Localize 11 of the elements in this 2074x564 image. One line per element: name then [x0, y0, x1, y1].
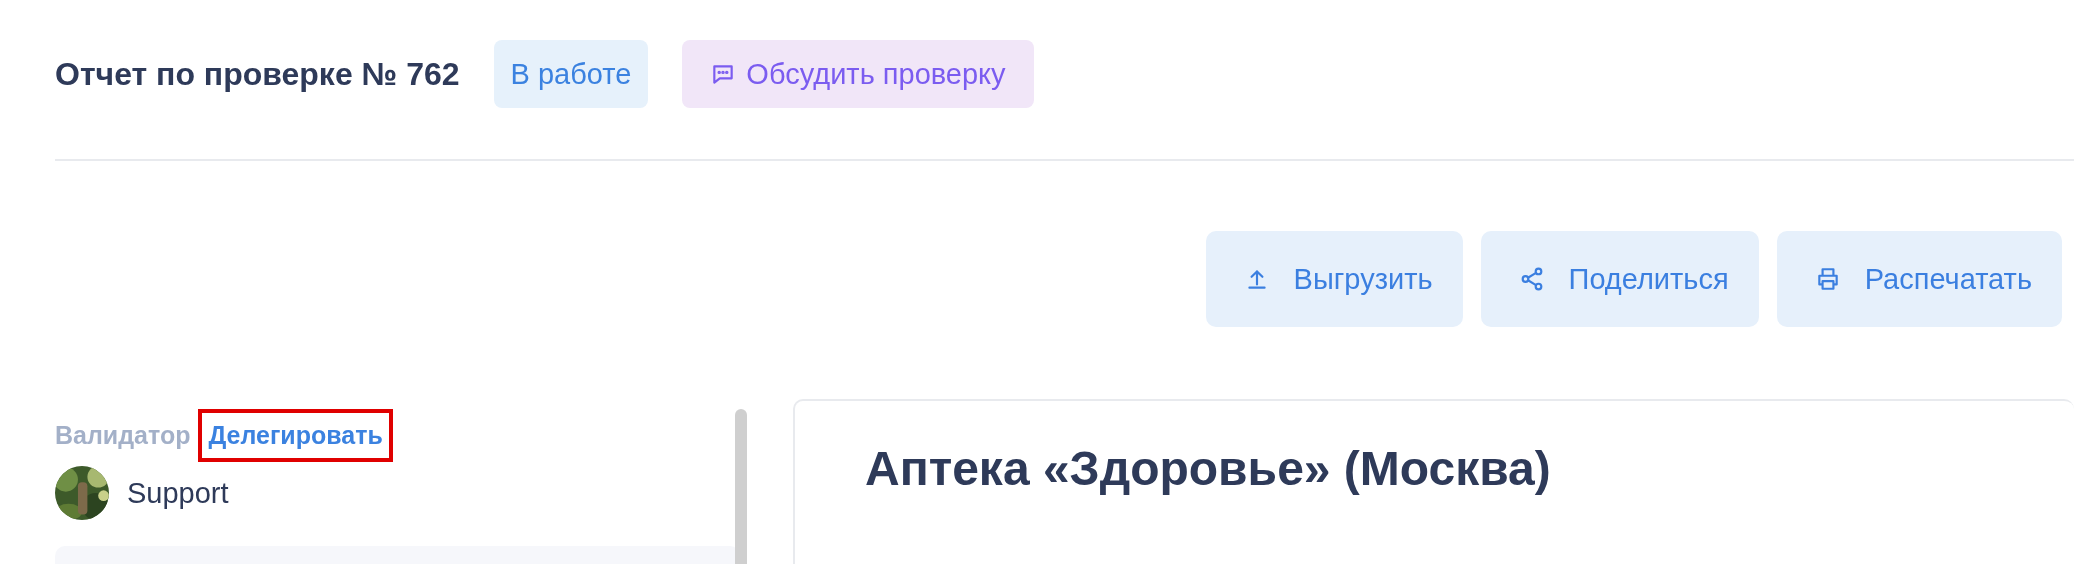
print-button[interactable]: Распечатать	[1776, 231, 2062, 327]
export-button[interactable]: Выгрузить	[1205, 231, 1463, 327]
share-button[interactable]: Поделиться	[1480, 231, 1759, 327]
report-title: Отчет по проверке № 762	[55, 55, 460, 93]
pharmacy-title: Аптека «Здоровье» (Москва)	[865, 441, 1552, 496]
validator-name: Support	[127, 476, 229, 510]
discuss-button[interactable]: Обсудить проверку	[682, 40, 1034, 108]
scrollbar[interactable]	[735, 409, 747, 564]
validator-label: Валидатор	[55, 421, 191, 450]
status-badge: В работе	[493, 40, 649, 108]
delegate-link[interactable]: Делегировать	[198, 409, 393, 462]
